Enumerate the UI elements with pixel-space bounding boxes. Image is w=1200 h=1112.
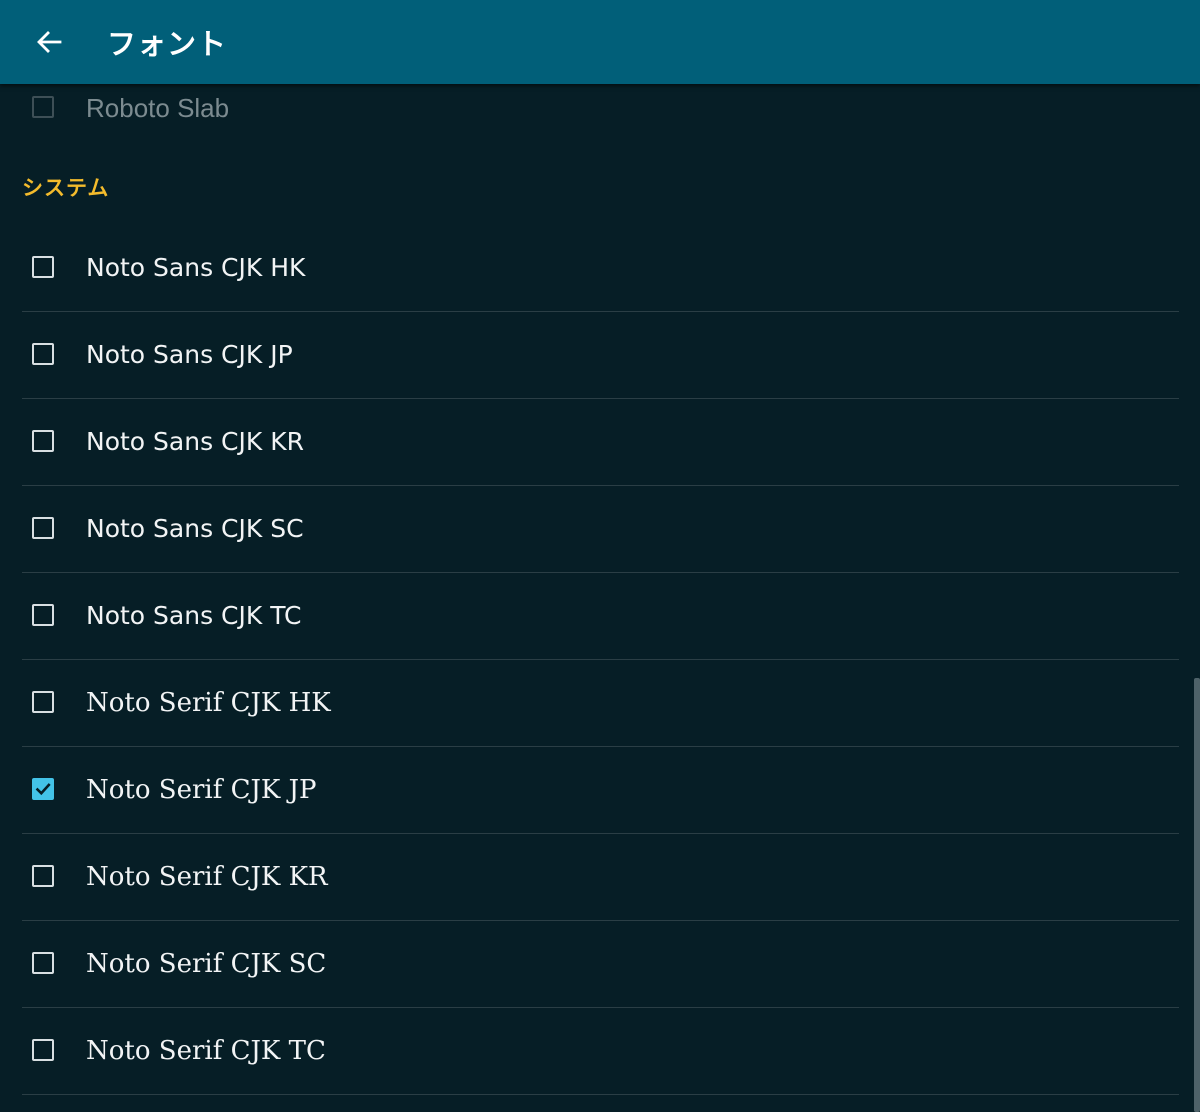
font-list: Roboto Slab システム Noto Sans CJK HK Noto Sa…: [0, 84, 1200, 1112]
font-item-label: Noto Serif CJK HK: [86, 688, 331, 718]
font-item-noto-serif-cjk-jp[interactable]: Noto Serif CJK JP: [22, 746, 1179, 834]
back-button[interactable]: [22, 20, 76, 64]
checkbox[interactable]: [32, 256, 54, 278]
checkbox[interactable]: [32, 430, 54, 452]
checkbox-checked[interactable]: [32, 778, 54, 800]
section-header-system: システム: [22, 176, 110, 200]
checkbox[interactable]: [32, 604, 54, 626]
font-item-noto-sans-cjk-kr[interactable]: Noto Sans CJK KR: [22, 398, 1179, 486]
check-icon: [35, 783, 51, 796]
font-item-label: Noto Sans CJK SC: [86, 514, 304, 543]
scrollbar[interactable]: [1194, 678, 1200, 1112]
font-item-noto-serif-cjk-hk[interactable]: Noto Serif CJK HK: [22, 659, 1179, 747]
font-item-noto-sans-cjk-tc[interactable]: Noto Sans CJK TC: [22, 572, 1179, 660]
font-item-noto-sans-cjk-hk[interactable]: Noto Sans CJK HK: [22, 224, 1179, 312]
checkbox[interactable]: [32, 517, 54, 539]
font-item-label: Noto Sans CJK JP: [86, 340, 293, 369]
font-item-label: Noto Serif CJK JP: [86, 775, 317, 805]
checkbox[interactable]: [32, 96, 54, 118]
arrow-left-icon: [37, 31, 62, 53]
page-title: フォント: [107, 27, 228, 61]
font-item-label: Noto Sans CJK KR: [86, 427, 304, 456]
font-item-label: Noto Serif CJK TC: [86, 1036, 326, 1066]
checkbox[interactable]: [32, 865, 54, 887]
font-item-label: Noto Serif CJK KR: [86, 862, 328, 892]
checkbox[interactable]: [32, 952, 54, 974]
checkbox[interactable]: [32, 691, 54, 713]
checkbox[interactable]: [32, 343, 54, 365]
font-item-label: Noto Sans CJK TC: [86, 601, 302, 630]
font-item-noto-serif-cjk-tc[interactable]: Noto Serif CJK TC: [22, 1007, 1179, 1095]
app-bar: フォント: [0, 0, 1200, 84]
font-item-noto-serif-cjk-kr[interactable]: Noto Serif CJK KR: [22, 833, 1179, 921]
font-item-noto-sans-cjk-sc[interactable]: Noto Sans CJK SC: [22, 485, 1179, 573]
font-item-noto-serif-cjk-sc[interactable]: Noto Serif CJK SC: [22, 920, 1179, 1008]
checkbox[interactable]: [32, 1039, 54, 1061]
font-item-label: Noto Sans CJK HK: [86, 253, 306, 282]
font-item-noto-sans-cjk-jp[interactable]: Noto Sans CJK JP: [22, 311, 1179, 399]
font-item-label: Noto Serif CJK SC: [86, 949, 327, 979]
